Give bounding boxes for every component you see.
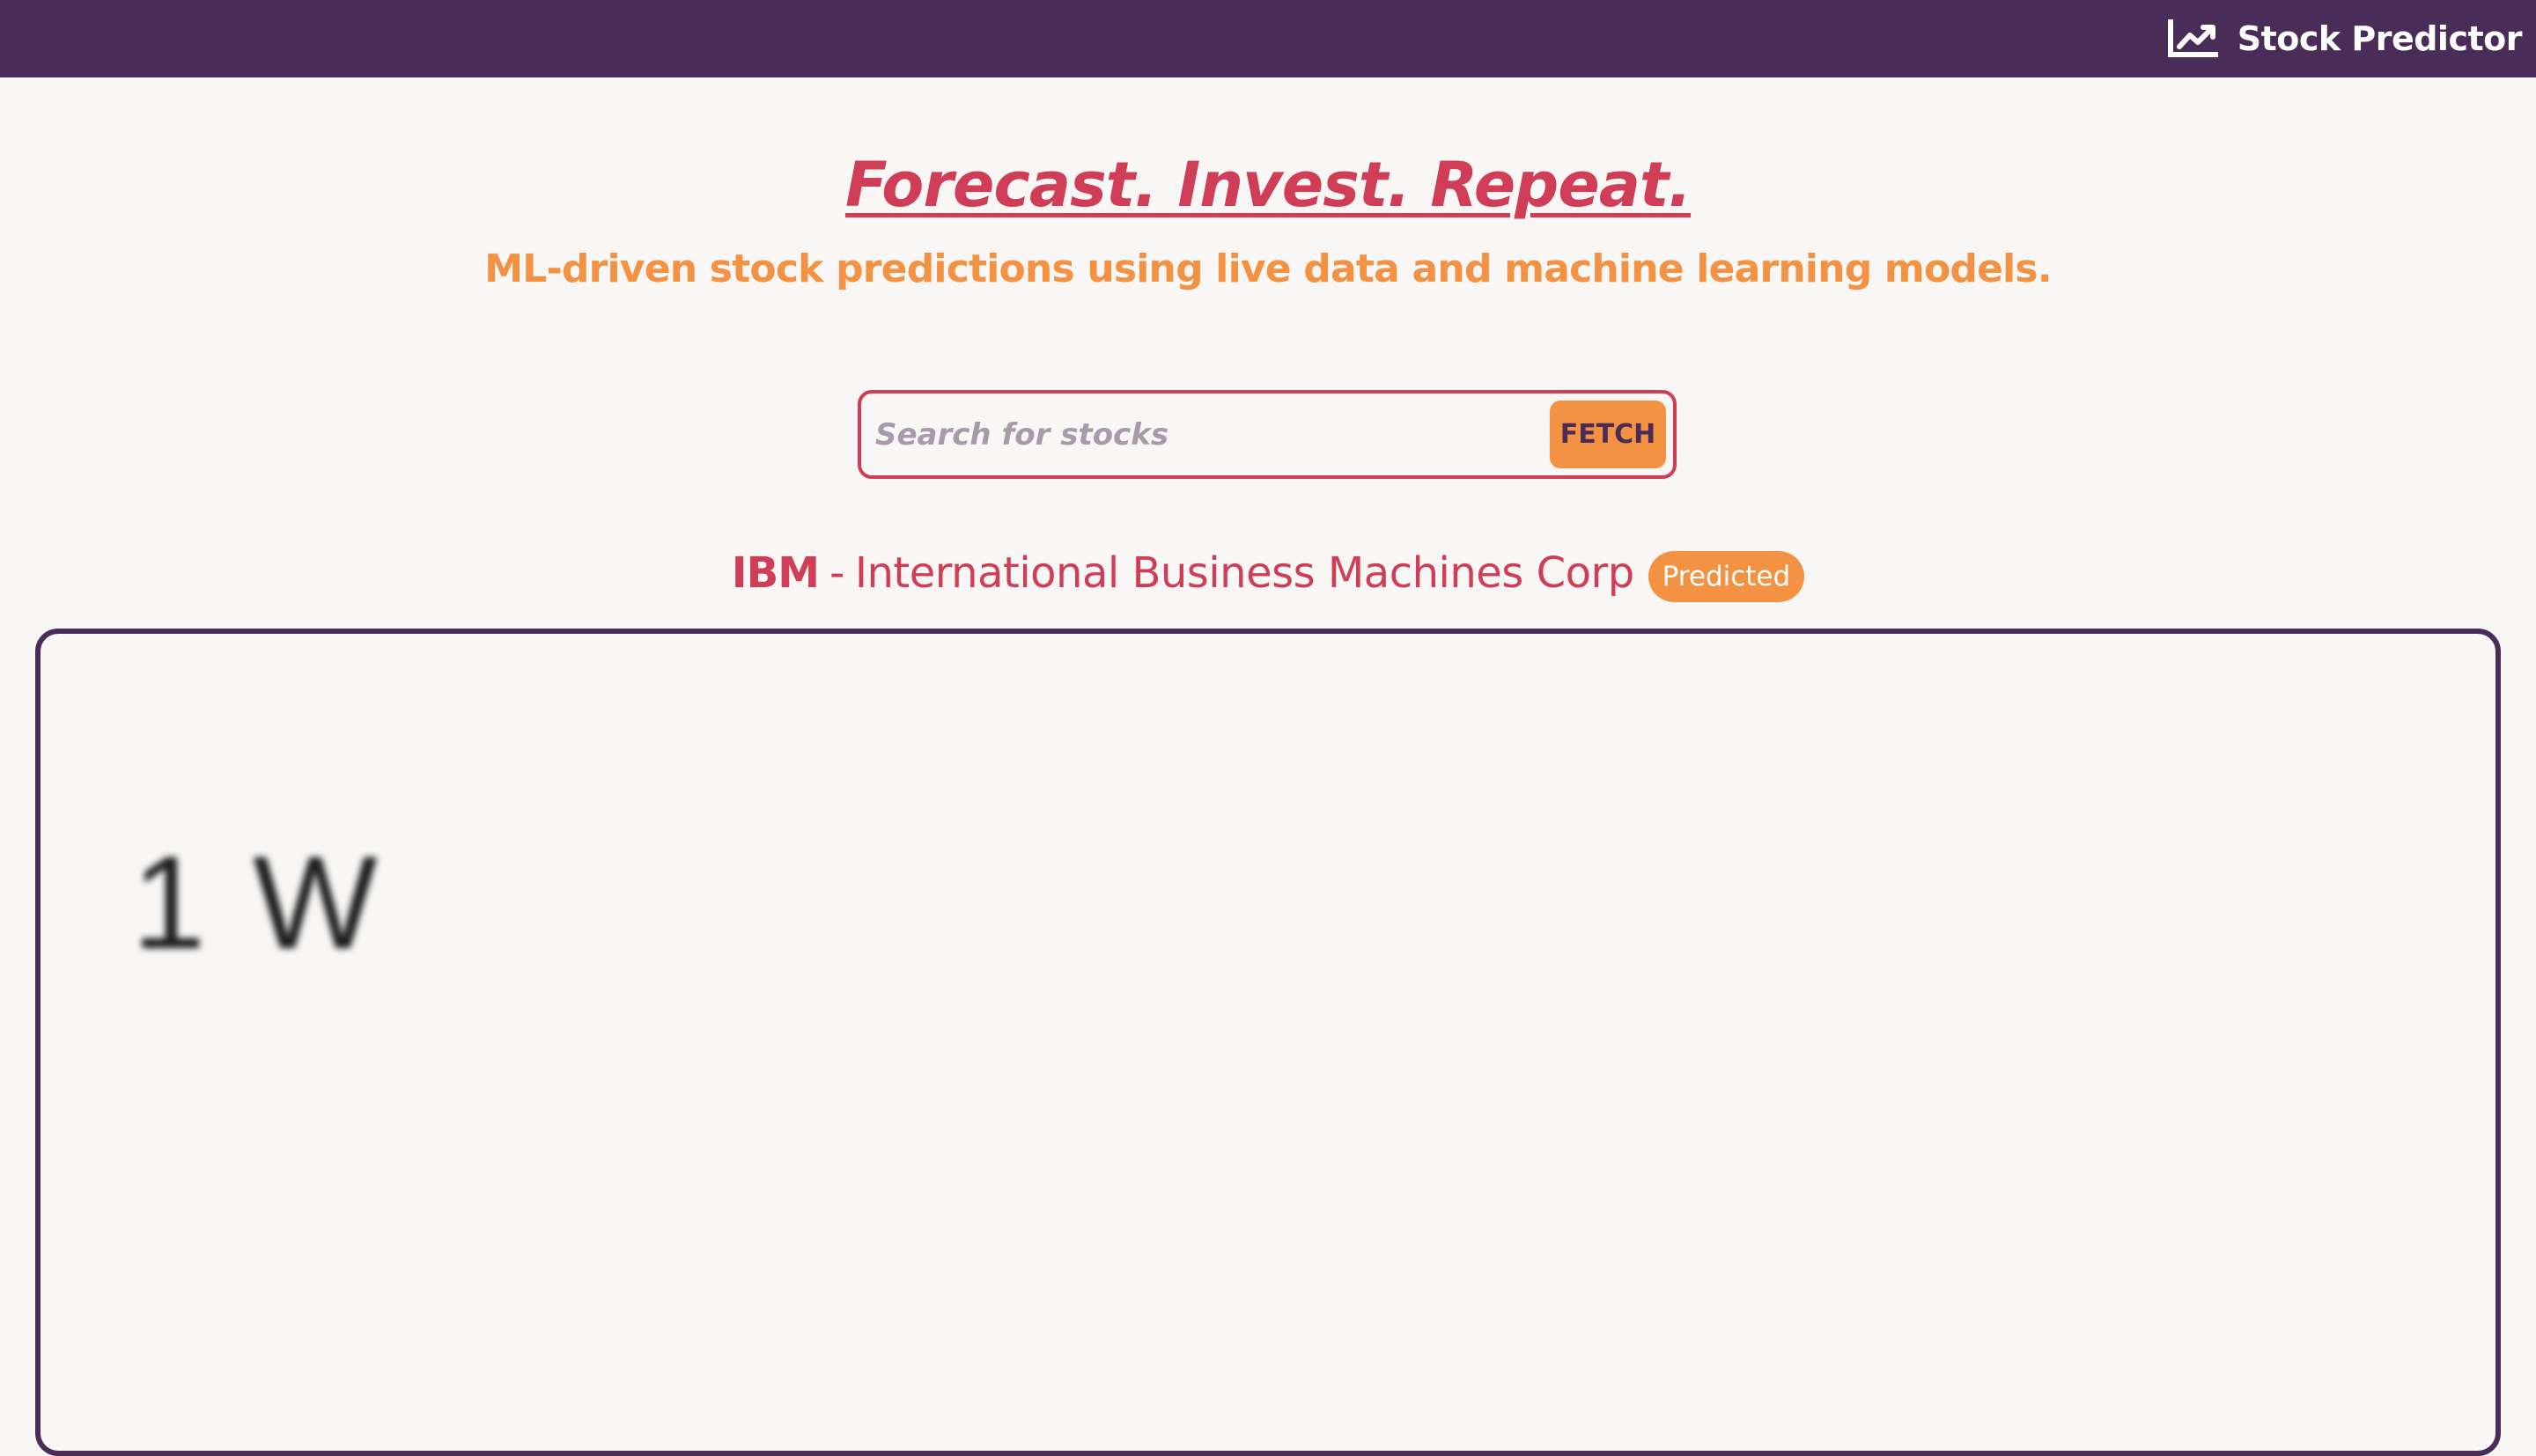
stock-heading: IBM - International Business Machines Co… [0, 544, 2536, 602]
hero-title: Forecast. Invest. Repeat. [844, 149, 1692, 221]
chart-panel: 1 W [35, 629, 2501, 1456]
stock-separator: - [829, 548, 844, 598]
chart-range-label: 1 W [132, 828, 383, 976]
chart-line-icon [2167, 19, 2218, 57]
brand-link[interactable]: Stock Predictor [2167, 0, 2523, 77]
fetch-button[interactable]: FETCH [1550, 401, 1666, 468]
navbar: Stock Predictor [0, 0, 2536, 77]
search-input[interactable] [875, 406, 1509, 464]
stock-ticker: IBM [731, 548, 820, 598]
hero-subtitle: ML-driven stock predictions using live d… [484, 246, 2052, 291]
company-name: International Business Machines Corp [854, 548, 1634, 598]
search-bar: FETCH [858, 390, 1677, 479]
brand-title: Stock Predictor [2237, 19, 2523, 58]
predicted-badge: Predicted [1648, 551, 1805, 602]
